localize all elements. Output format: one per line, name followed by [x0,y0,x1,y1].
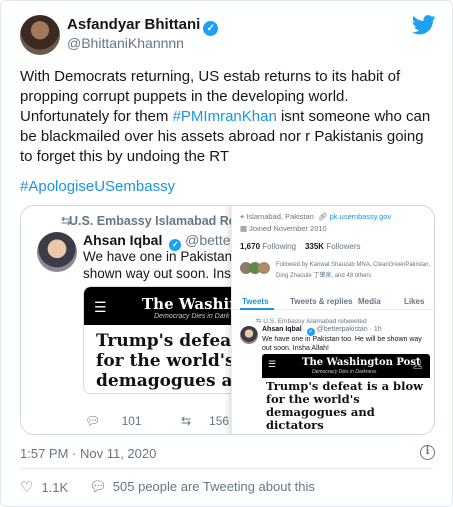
tweet-timestamp[interactable]: 1:57 PM · Nov 11, 2020 [20,446,156,461]
article-headline-right: Trump's defeat is a blow for the world's… [266,379,424,432]
wapo-motto-right: Democracy Dies in Darkness [312,369,377,375]
profile-joined: Joined November 2010 [249,224,327,233]
followed-by-line1: Followed by Kanwal Shauzab MNA, CleanGre… [276,262,431,268]
profile-location-line: ⌖ Islamabad, Pakistan 🔗︎ pk.usembassy.go… [240,212,392,221]
washington-post-card: ☰ The Washington Democracy Dies in Dark … [83,286,253,394]
tab-tweets: Tweets [242,297,269,306]
washington-post-card-right: ☰ The Washington Post Democracy Dies in … [262,354,430,432]
following-label: Following [262,242,297,251]
active-tab-indicator [240,308,274,310]
wapo-header: ☰ The Washington Democracy Dies in Dark [84,287,252,325]
embedded-author-handle-right: @betterpakistan · 1h [316,326,382,333]
tweeting-about-text: 505 people are Tweeting about this [112,479,315,494]
retweeted-by-label: U.S. Embassy Islamabad Ret [69,214,240,228]
heart-icon: ♡ [20,479,34,496]
wapo-header-right: ☰ The Washington Post Democracy Dies in … [262,354,430,378]
followers-count: 335K [304,242,325,251]
followed-by-line2: Ding Zhaoule 丁肇泉, and 48 others [276,273,372,279]
profile-joined-line: ▦ Joined November 2010 [240,224,327,233]
account-person-icon: 👤︎ [411,359,424,370]
hashtag-apologiseusembassy-link[interactable]: #ApologiseUSembassy [20,178,175,195]
ahsan-avatar [37,232,77,272]
media-right-screenshot: ⌖ Islamabad, Pakistan 🔗︎ pk.usembassy.go… [231,206,434,434]
followers-avatars [240,262,274,276]
tab-likes: Likes [404,297,425,306]
profile-location: Islamabad, Pakistan [246,212,314,221]
retweeted-label: ⇆ U.S. Embassy Islamabad retweeted [256,318,367,325]
followers-label: Followers [326,242,361,251]
verified-badge-icon: ✓ [203,21,219,36]
media-left-screenshot: ⇆ U.S. Embassy Islamabad Ret Ahsan Iqbal… [21,206,314,434]
hashtag-pmimrankhan-link[interactable]: #PMImranKhan [173,108,277,125]
hamburger-menu-icon: ☰ [268,359,277,369]
retweet-icon: ⇆ [180,414,192,428]
like-button[interactable]: ♡ 1.1K [20,478,68,496]
author-handle[interactable]: @BhittaniKhannnn [67,35,184,51]
twitter-bird-icon[interactable] [412,15,436,35]
like-count: 1.1K [41,480,69,495]
embedded-author-name: Ahsan Iqbal [83,232,163,248]
tweeting-about-link[interactable]: 💬︎ 505 people are Tweeting about this [89,478,315,495]
reply-icon: 💬︎ [85,414,101,428]
wapo-motto: Democracy Dies in Dark [154,313,230,320]
embedded-tweet-text-right: We have one in Pakistan too. He will be … [262,336,422,352]
tweet-card: Asfandyar Bhittani ✓ @BhittaniKhannnn Wit… [0,0,453,507]
author-name-text[interactable]: Asfandyar Bhittani [67,16,200,33]
following-count: 1,670 [240,242,261,251]
hamburger-menu-icon: ☰ [94,299,107,315]
embedded-tweet-text: We have one in Pakistan to shown way out… [83,248,253,282]
article-headline: Trump's defeat i for the world's demagog… [96,331,252,393]
author-name[interactable]: Asfandyar Bhittani ✓ [67,16,219,36]
retweeted-label-text: U.S. Embassy Islamabad retweeted [263,318,367,325]
embedded-text-line2: shown way out soon. Insha [83,266,246,281]
tweet-body: With Democrats returning, US estab retur… [20,67,440,167]
profile-tabs: Tweets Tweets & replies Media Likes [232,294,434,310]
ahsan-avatar-small [240,326,258,344]
tab-tweets-replies: Tweets & replies [290,297,353,306]
embedded-author-name-right: Ahsan Iqbal [262,326,302,333]
comment-bubble-icon: 💬︎ [89,478,107,494]
retweet-count-value: 156 [209,414,230,428]
tweet-media-image[interactable]: ⇆ U.S. Embassy Islamabad Ret Ahsan Iqbal… [20,205,435,435]
divider [20,468,433,469]
reply-count-value: 101 [121,414,142,428]
wapo-masthead-right: The Washington Post [302,357,421,368]
tab-media: Media [358,297,381,306]
reply-count: 💬︎ 101 [85,414,160,428]
info-icon[interactable]: i [420,445,435,460]
profile-website: pk.usembassy.gov [329,212,392,221]
author-avatar[interactable] [20,15,60,55]
embedded-text-line1: We have one in Pakistan to [83,249,248,264]
profile-follow-counts: 1,670 Following 335K Followers [240,242,361,251]
